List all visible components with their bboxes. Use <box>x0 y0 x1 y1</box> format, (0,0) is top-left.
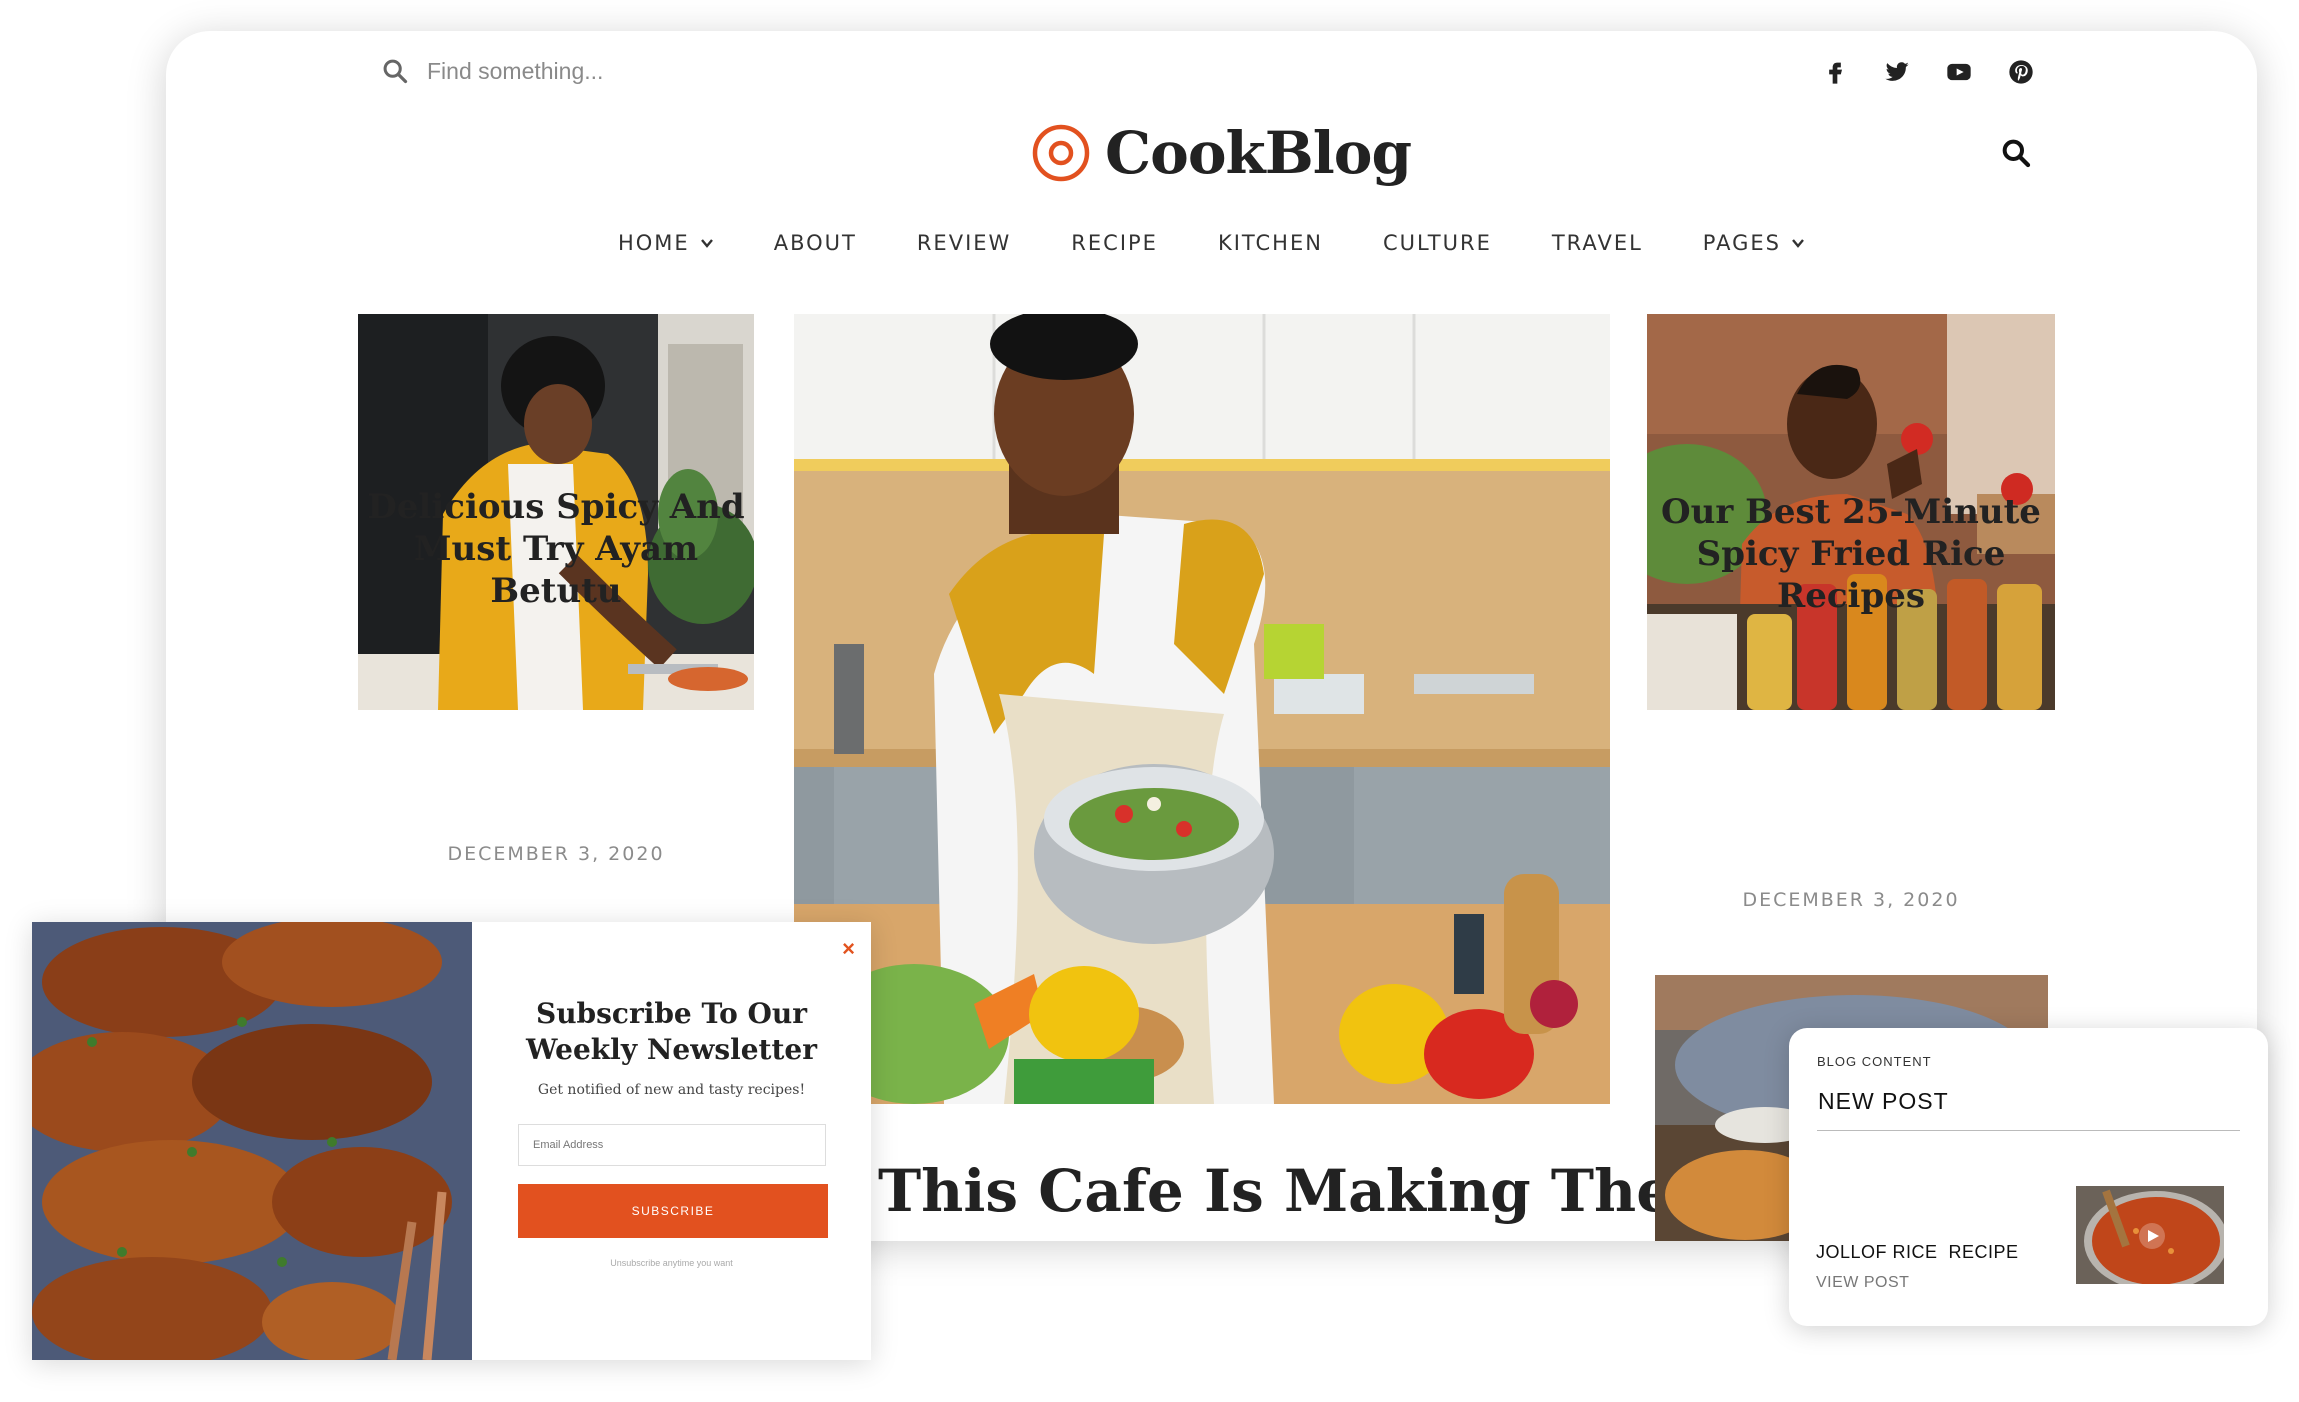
newsletter-popup: × Subscribe To Our Weekly Newsletter Get… <box>32 922 871 1360</box>
nav-item-review[interactable]: REVIEW <box>917 231 1011 255</box>
post-title-left[interactable]: Delicious Spicy And Must Try Ayam Betutu <box>354 486 758 612</box>
nav-label: PAGES <box>1702 231 1781 255</box>
chevron-down-icon <box>1792 239 1804 248</box>
title-line: Must Try Ayam Betutu <box>413 529 699 611</box>
widget-title[interactable]: NEW POST <box>1818 1088 1949 1115</box>
widget-post-title[interactable]: JOLLOF RICE RECIPE <box>1816 1242 2019 1263</box>
logo-text: CookBlog <box>1105 119 1412 187</box>
title-line: Weekly Newsletter <box>525 1033 817 1066</box>
newsletter-subtitle: Get notified of new and tasty recipes! <box>537 1082 806 1098</box>
nav-label: HOME <box>617 231 690 255</box>
newsletter-title: Subscribe To Our Weekly Newsletter <box>472 996 871 1068</box>
nav-label: ABOUT <box>773 231 857 255</box>
search-icon <box>383 59 408 84</box>
title-line: Spicy Fried Rice <box>1696 534 2006 574</box>
nav-label: REVIEW <box>916 231 1012 255</box>
site-logo[interactable]: CookBlog <box>1031 119 1412 187</box>
nav-item-recipe[interactable]: RECIPE <box>1071 231 1158 255</box>
post-title-center[interactable]: This Cafe Is Making The <box>878 1157 1673 1225</box>
email-field[interactable] <box>518 1124 826 1166</box>
title-line: Delicious Spicy And <box>367 487 745 527</box>
facebook-icon[interactable] <box>1821 58 1849 86</box>
post-title-right[interactable]: Our Best 25-Minute Spicy Fried Rice Reci… <box>1647 491 2055 617</box>
main-nav: HOME ABOUT REVIEW RECIPE KITCHEN CULTURE… <box>166 231 2257 255</box>
view-post-link[interactable]: VIEW POST <box>1816 1274 1909 1292</box>
popup-image-grilled-chicken <box>32 922 472 1360</box>
top-search[interactable]: Find something... <box>381 57 603 85</box>
post-image-center[interactable] <box>794 314 1610 1104</box>
title-line: Our Best 25-Minute <box>1661 492 2041 532</box>
blog-content-widget: BLOG CONTENT NEW POST JOLLOF RICE RECIPE… <box>1789 1028 2268 1326</box>
widget-label: BLOG CONTENT <box>1817 1054 1932 1069</box>
nav-label: CULTURE <box>1382 231 1492 255</box>
nav-item-about[interactable]: ABOUT <box>774 231 857 255</box>
nav-item-culture[interactable]: CULTURE <box>1383 231 1492 255</box>
social-links <box>1821 58 2035 86</box>
search-icon[interactable] <box>2000 137 2032 169</box>
post-date-left: DECEMBER 3, 2020 <box>447 843 665 865</box>
title-line: Recipes <box>1776 576 1926 616</box>
widget-post-thumbnail[interactable] <box>2076 1186 2224 1284</box>
nav-label: RECIPE <box>1071 231 1158 255</box>
subscribe-button[interactable]: SUBSCRIBE <box>518 1184 828 1238</box>
nav-item-travel[interactable]: TRAVEL <box>1552 231 1643 255</box>
chevron-down-icon <box>700 239 713 248</box>
close-icon[interactable]: × <box>842 936 855 962</box>
pinterest-icon[interactable] <box>2007 58 2035 86</box>
divider <box>1817 1130 2240 1131</box>
youtube-icon[interactable] <box>1945 58 1973 86</box>
nav-item-home[interactable]: HOME <box>618 231 714 255</box>
nav-item-pages[interactable]: PAGES <box>1703 231 1805 255</box>
title-line: Subscribe To Our <box>535 997 808 1030</box>
search-placeholder[interactable]: Find something... <box>427 58 603 85</box>
unsubscribe-note: Unsubscribe anytime you want <box>610 1258 733 1268</box>
nav-label: KITCHEN <box>1217 231 1323 255</box>
twitter-icon[interactable] <box>1883 58 1911 86</box>
logo-mark-icon <box>1032 124 1090 182</box>
post-date-right: DECEMBER 3, 2020 <box>1742 889 1960 911</box>
nav-item-kitchen[interactable]: KITCHEN <box>1218 231 1323 255</box>
nav-label: TRAVEL <box>1551 231 1643 255</box>
